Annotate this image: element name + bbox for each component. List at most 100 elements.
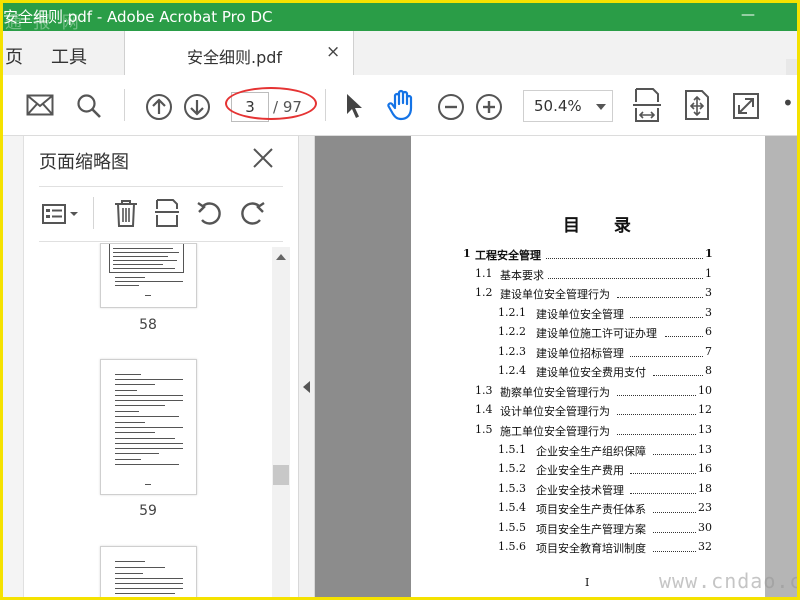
thumb-line (115, 583, 183, 584)
toc-leader-dots (617, 434, 696, 435)
zoom-select[interactable]: 50.4% (523, 90, 613, 122)
app-window: 安全细则.pdf - Adobe Acrobat Pro DC 通 报 网 — … (0, 0, 800, 600)
close-tab-button[interactable]: × (326, 42, 340, 62)
rotate-right-icon[interactable] (238, 200, 266, 226)
top-watermark: 通 报 网 (5, 13, 82, 33)
toc-entry-page: 1 (705, 247, 713, 260)
toc-entry[interactable]: 1.4 设计单位安全管理行为 12 (475, 403, 712, 419)
toc-entry[interactable]: 1.5 施工单位安全管理行为 13 (475, 423, 712, 439)
chevron-down-icon (596, 104, 606, 110)
thumbnail-page[interactable] (100, 546, 197, 597)
thumbnail-label: 59 (139, 503, 157, 519)
toc-entry[interactable]: 1.5.4 项目安全生产责任体系 23 (498, 501, 712, 517)
toc-entry-number: 1.5.4 (498, 501, 526, 514)
toc-entry-page: 13 (698, 423, 712, 436)
thumbnail-options-icon[interactable] (42, 203, 80, 225)
toc-entry[interactable]: 1.5.2 企业安全生产费用 16 (498, 462, 712, 478)
fit-page-icon[interactable] (683, 89, 711, 121)
scroll-up-icon[interactable] (276, 254, 286, 260)
toc-entry-text: 勘察单位安全管理行为 (500, 386, 610, 399)
highlight-oval (225, 87, 317, 120)
rotate-left-icon[interactable] (196, 200, 224, 226)
thumb-line (115, 459, 141, 460)
toc-entry-page: 30 (698, 521, 712, 534)
thumb-line (113, 264, 163, 265)
toolbar-separator (124, 89, 125, 121)
thumb-line (115, 390, 137, 391)
mail-icon[interactable] (26, 94, 54, 116)
collapse-panel-icon[interactable] (303, 381, 310, 393)
zoom-in-icon[interactable] (475, 93, 503, 121)
toc-entry-page: 3 (705, 286, 712, 299)
thumbnail-label: 58 (139, 317, 157, 333)
panel-divider (39, 186, 283, 187)
thumb-line (115, 578, 183, 579)
panel-tab-strip[interactable] (3, 136, 24, 597)
document-tab[interactable]: 安全细则.pdf × (124, 31, 354, 76)
minimize-button[interactable]: — (741, 7, 755, 23)
zoom-out-icon[interactable] (437, 93, 465, 121)
toc-entry-text: 工程安全管理 (475, 249, 541, 262)
panel-splitter[interactable] (298, 136, 315, 597)
toc-entry-text: 设计单位安全管理行为 (500, 405, 610, 418)
toc-entry[interactable]: 1.5.1 企业安全生产组织保障 13 (498, 443, 712, 459)
toc-entry-number: 1.2.4 (498, 364, 526, 377)
toc-entry-number: 1.2 (475, 286, 493, 299)
extract-icon[interactable] (154, 198, 180, 228)
toolbar: 3 / 97 50.4% • (3, 75, 797, 136)
search-icon[interactable] (76, 93, 102, 119)
toc-entry-text: 企业安全技术管理 (536, 484, 624, 497)
toc-entry[interactable]: 1.5.3 企业安全技术管理 18 (498, 482, 712, 498)
toc-entry[interactable]: 1.5.5 项目安全生产管理方案 30 (498, 521, 712, 537)
thumb-line (115, 567, 165, 568)
toc-entry[interactable]: 1.5.6 项目安全教育培训制度 32 (498, 540, 712, 556)
toc-entry[interactable]: 1.2 建设单位安全管理行为 3 (475, 286, 712, 302)
thumb-line (115, 561, 145, 562)
toc-entry[interactable]: 1.1 基本要求 1 (475, 267, 712, 283)
fullscreen-icon[interactable] (732, 92, 760, 120)
scroll-thumb[interactable] (273, 465, 289, 485)
toc-leader-dots (653, 454, 696, 455)
toc-leader-dots (617, 414, 696, 415)
toc-entry-text: 建设单位施工许可证办理 (536, 327, 657, 340)
thumb-line (115, 432, 155, 433)
page-down-icon[interactable] (183, 93, 211, 121)
toc-entry-number: 1.5 (475, 423, 493, 436)
select-arrow-icon[interactable] (344, 92, 364, 120)
toc-entry[interactable]: 1.2.3 建设单位招标管理 7 (498, 345, 712, 361)
nav-tools[interactable]: 工具 (51, 43, 87, 69)
thumb-line (113, 260, 177, 261)
thumb-line (113, 256, 168, 257)
thumbnail-page[interactable] (100, 359, 197, 495)
thumb-line (115, 443, 183, 444)
toc-entry[interactable]: 1.2.4 建设单位安全费用支付 8 (498, 364, 712, 380)
toc-leader-dots (653, 551, 696, 552)
toc-leader-dots (630, 356, 703, 357)
toc-entry-number: 1.3 (475, 384, 493, 397)
close-icon[interactable] (252, 147, 274, 169)
toc-entry[interactable]: 1.3 勘察单位安全管理行为 10 (475, 384, 712, 400)
thumb-line (115, 384, 155, 385)
nav-home[interactable]: 页 (5, 43, 23, 69)
toc-entry-number: 1.5.5 (498, 521, 526, 534)
thumbnail-scrollbar[interactable] (272, 247, 290, 597)
toc-entry[interactable]: 1.2.2 建设单位施工许可证办理 6 (498, 325, 712, 341)
thumbnail-page[interactable] (100, 243, 197, 308)
trash-icon[interactable] (113, 198, 139, 228)
toc-entry-number: 1.5.2 (498, 462, 526, 475)
toc-entry-number: 1.1 (475, 267, 493, 280)
toc-entry-number: 1 (463, 247, 471, 260)
page-up-icon[interactable] (145, 93, 173, 121)
toc-entry[interactable]: 1 工程安全管理 1 (463, 247, 713, 263)
thumb-line (115, 593, 175, 594)
toc-entry[interactable]: 1.2.1 建设单位安全管理 3 (498, 306, 712, 322)
toc-leader-dots (653, 375, 703, 376)
toc-entry-text: 建设单位安全费用支付 (536, 366, 646, 379)
thumb-line (115, 573, 143, 574)
more-tools-button[interactable]: ••• (782, 91, 797, 115)
fit-width-icon[interactable] (631, 87, 663, 125)
hand-icon[interactable] (387, 89, 417, 121)
toc-entry-page: 13 (698, 443, 712, 456)
thumb-line (115, 464, 179, 465)
toc-entry-page: 3 (705, 306, 712, 319)
